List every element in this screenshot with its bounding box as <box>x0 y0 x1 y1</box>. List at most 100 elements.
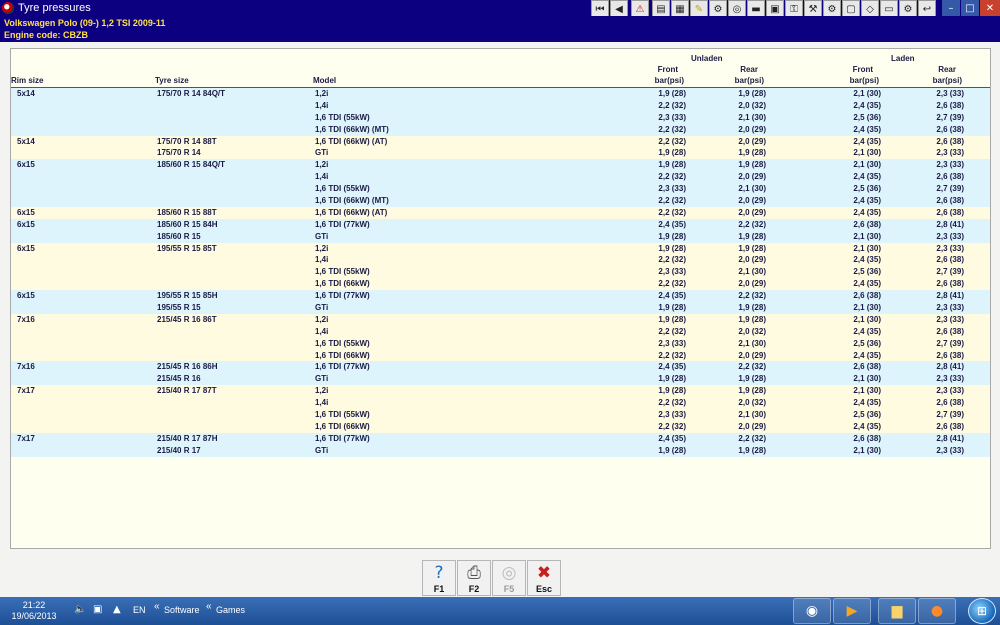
laden-rear-cell: 2,3 (33) <box>936 160 964 170</box>
media-player-icon[interactable]: ▶ <box>833 598 871 624</box>
laden-front-cell: 2,4 (35) <box>853 196 881 206</box>
firefox-icon[interactable]: ● <box>918 598 956 624</box>
unladen-front-cell: 1,9 (28) <box>658 386 686 396</box>
table-row[interactable]: 1,6 TDI (66kW) (MT) 2,2 (32) 2,0 (29) 2,4 (… <box>11 195 990 207</box>
unladen-heading: Unladen <box>691 54 723 63</box>
language-indicator[interactable]: EN <box>133 605 146 615</box>
print-icon: ⎙ <box>467 563 481 583</box>
table-row[interactable]: 7x16 215/45 R 16 86T 1,2i 1,9 (28) 1,9 (28) 2… <box>11 313 990 326</box>
file-explorer-icon[interactable]: ▆ <box>878 598 916 624</box>
laden-front-cell: 2,4 (35) <box>853 136 881 146</box>
unladen-rear-cell: 1,9 (28) <box>738 386 766 396</box>
laden-rear-cell: 2,3 (33) <box>936 374 964 384</box>
table-row[interactable]: 175/70 R 14 GTi 1,9 (28) 1,9 (28) 2,1 (30) 2,… <box>11 147 990 160</box>
toolbar-games[interactable]: « Games <box>206 601 245 615</box>
unladen-front-cell: 2,3 (33) <box>658 410 686 420</box>
f2-button[interactable]: ⎙ F2 <box>457 560 491 596</box>
unladen-rear-cell: 2,2 (32) <box>738 433 766 443</box>
laden-front-cell: 2,4 (35) <box>853 326 881 336</box>
chevron-icon: « <box>206 601 212 612</box>
table-row[interactable]: 1,6 TDI (66kW) (MT) 2,2 (32) 2,0 (29) 2,4 (… <box>11 123 990 136</box>
tyre-pressure-icon: ◎ <box>501 563 517 583</box>
f1-button[interactable]: ? F1 <box>422 560 456 596</box>
windows-start-icon[interactable]: ⊞ <box>968 598 996 624</box>
table-row[interactable]: 5x14 175/70 R 14 88T 1,6 TDI (66kW) (AT) 2,… <box>11 135 990 148</box>
laden-rear-cell: 2,6 (38) <box>936 207 964 217</box>
tyre-size-cell: 215/40 R 17 87T <box>157 386 217 396</box>
unladen-front-cell: 2,2 (32) <box>658 172 686 182</box>
table-row[interactable]: 6x15 185/60 R 15 84Q/T 1,2i 1,9 (28) 1,9 (28… <box>11 159 990 172</box>
table-row[interactable]: 1,4i 2,2 (32) 2,0 (29) 2,4 (35) 2,6 (38) <box>11 254 990 267</box>
table-row[interactable]: 1,4i 2,2 (32) 2,0 (32) 2,4 (35) 2,6 (38) <box>11 325 990 338</box>
maximize-button[interactable]: □ <box>961 0 979 16</box>
laden-heading: Laden <box>891 54 915 63</box>
table-row[interactable]: 1,4i 2,2 (32) 2,0 (29) 2,4 (35) 2,6 (38) <box>11 171 990 184</box>
table-row[interactable]: 1,4i 2,2 (32) 2,0 (32) 2,4 (35) 2,6 (38) <box>11 397 990 410</box>
unladen-rear-cell: 2,0 (29) <box>738 279 766 289</box>
table-row[interactable]: 6x15 195/55 R 15 85H 1,6 TDI (77kW) 2,4 (35… <box>11 290 990 303</box>
unladen-rear-unit: bar(psi) <box>734 76 764 85</box>
minimize-button[interactable]: – <box>942 0 960 16</box>
close-button[interactable]: ✕ <box>980 0 1000 16</box>
show-hidden-icon[interactable]: ▲ <box>113 604 121 615</box>
laden-front-cell: 2,1 (30) <box>853 89 881 98</box>
rim-size-cell: 7x16 <box>17 362 35 372</box>
toolbar-software[interactable]: « Software <box>154 601 200 615</box>
table-row[interactable]: 7x17 215/40 R 17 87T 1,2i 1,9 (28) 1,9 (28) 2… <box>11 385 990 398</box>
table-row[interactable]: 7x17 215/40 R 17 87H 1,6 TDI (77kW) 2,4 (35… <box>11 432 990 445</box>
table-row[interactable]: 1,6 TDI (55kW) 2,3 (33) 2,1 (30) 2,5 (36) 2,… <box>11 409 990 421</box>
tyre-size-cell: 215/40 R 17 <box>157 445 201 455</box>
laden-rear-cell: 2,6 (38) <box>936 326 964 336</box>
rim-size-cell: 6x15 <box>17 243 35 253</box>
unladen-front-cell: 1,9 (28) <box>658 374 686 384</box>
model-cell: 1,6 TDI (66kW) (MT) <box>315 124 389 134</box>
table-row[interactable]: 1,4i 2,2 (32) 2,0 (32) 2,4 (35) 2,6 (38) <box>11 99 990 112</box>
unladen-rear-cell: 2,0 (29) <box>738 207 766 217</box>
window-title: Tyre pressures <box>18 2 91 14</box>
unladen-front-cell: 1,9 (28) <box>658 148 686 158</box>
unladen-rear-cell: 1,9 (28) <box>738 89 766 98</box>
laden-front-cell: 2,4 (35) <box>853 124 881 134</box>
function-key-label: F1 <box>433 584 445 594</box>
model-heading: Model <box>313 76 337 85</box>
unladen-front-cell: 1,9 (28) <box>658 445 686 455</box>
model-cell: 1,6 TDI (66kW) <box>315 421 370 431</box>
unladen-rear-cell: 1,9 (28) <box>738 160 766 170</box>
table-row[interactable]: 1,6 TDI (55kW) 2,3 (33) 2,1 (30) 2,5 (36) 2,… <box>11 111 990 124</box>
table-row[interactable]: 5x14 175/70 R 14 84Q/T 1,2i 1,9 (28) 1,9 (28… <box>11 88 990 100</box>
table-row[interactable]: 7x16 215/45 R 16 86H 1,6 TDI (77kW) 2,4 (35… <box>11 361 990 374</box>
table-row[interactable]: 1,6 TDI (55kW) 2,3 (33) 2,1 (30) 2,5 (36) 2,… <box>11 183 990 196</box>
table-row[interactable]: 1,6 TDI (66kW) 2,2 (32) 2,0 (29) 2,4 (35) 2,… <box>11 420 990 433</box>
table-row[interactable]: 6x15 185/60 R 15 84H 1,6 TDI (77kW) 2,4 (35… <box>11 218 990 231</box>
table-row[interactable]: 1,6 TDI (55kW) 2,3 (33) 2,1 (30) 2,5 (36) 2,… <box>11 337 990 350</box>
unladen-front-cell: 1,9 (28) <box>658 243 686 253</box>
laden-rear-cell: 2,7 (39) <box>936 112 964 122</box>
table-row[interactable]: 215/40 R 17 GTi 1,9 (28) 1,9 (28) 2,1 (30) 2,… <box>11 444 990 457</box>
table-row[interactable]: 215/45 R 16 GTi 1,9 (28) 1,9 (28) 2,1 (30) 2,… <box>11 373 990 386</box>
laden-rear-unit: bar(psi) <box>932 76 962 85</box>
model-cell: 1,2i <box>315 160 329 170</box>
laden-rear-cell: 2,8 (41) <box>936 362 964 372</box>
unladen-front-cell: 2,2 (32) <box>658 255 686 265</box>
table-row[interactable]: 185/60 R 15 GTi 1,9 (28) 1,9 (28) 2,1 (30) 2,… <box>11 230 990 243</box>
unladen-rear-cell: 2,1 (30) <box>738 267 766 277</box>
table-row[interactable]: 6x15 195/55 R 15 85T 1,2i 1,9 (28) 1,9 (28) 2… <box>11 242 990 255</box>
volume-icon[interactable]: 🔈 <box>74 604 86 615</box>
network-icon[interactable]: ▣ <box>93 604 102 615</box>
unladen-front-cell: 2,2 (32) <box>658 350 686 360</box>
table-row[interactable]: 1,6 TDI (55kW) 2,3 (33) 2,1 (30) 2,5 (36) 2,… <box>11 266 990 279</box>
model-cell: GTi <box>315 148 329 158</box>
clock[interactable]: 21:22 19/06/2013 <box>4 600 64 622</box>
rim-size-cell: 6x15 <box>17 219 35 229</box>
laden-rear-cell: 2,7 (39) <box>936 338 964 348</box>
table-row[interactable]: 6x15 185/60 R 15 88T 1,6 TDI (66kW) (AT) 2,… <box>11 206 990 219</box>
unladen-rear-cell: 2,0 (32) <box>738 398 766 408</box>
table-row[interactable]: 1,6 TDI (66kW) 2,2 (32) 2,0 (29) 2,4 (35) 2,… <box>11 349 990 362</box>
table-row[interactable]: 1,6 TDI (66kW) 2,2 (32) 2,0 (29) 2,4 (35) 2,… <box>11 278 990 291</box>
model-cell: 1,6 TDI (66kW) (MT) <box>315 196 389 206</box>
laden-rear-cell: 2,6 (38) <box>936 350 964 360</box>
media-center-icon[interactable]: ◉ <box>793 598 831 624</box>
tyre-size-cell: 185/60 R 15 84H <box>157 219 218 229</box>
table-row[interactable]: 195/55 R 15 GTi 1,9 (28) 1,9 (28) 2,1 (30) 2,… <box>11 302 990 314</box>
esc-button[interactable]: ✖ Esc <box>527 560 561 596</box>
